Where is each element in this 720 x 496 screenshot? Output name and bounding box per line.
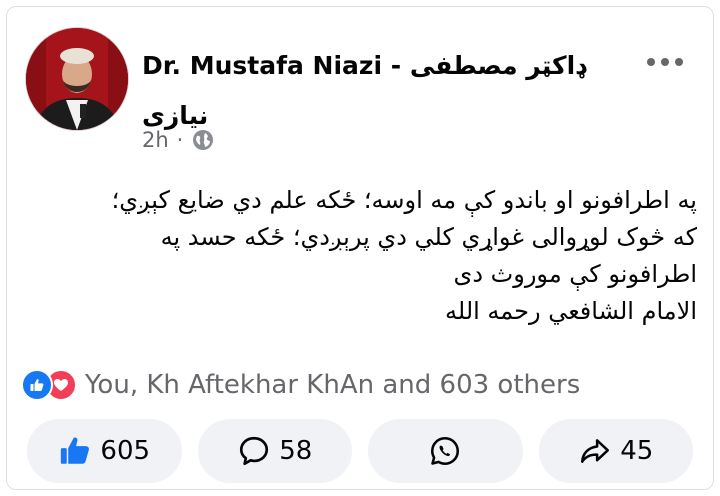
- post-line-2: که څوک لوړوالی غواړي کلي دي پرېږدي؛ ځکه …: [160, 223, 697, 251]
- post-time[interactable]: 2h: [142, 128, 169, 152]
- post-meta: 2h ·: [142, 128, 215, 152]
- author-name-urdu-part2: نیازی: [142, 101, 209, 130]
- reactions-summary[interactable]: You, Kh Aftekhar KhAn and 603 others: [21, 367, 580, 403]
- like-count: 605: [100, 436, 151, 466]
- more-options-button[interactable]: [639, 45, 691, 79]
- author-name-urdu-part1: ډاکټر مصطفی: [409, 51, 587, 80]
- share-icon: [581, 439, 610, 463]
- comment-icon: [240, 436, 269, 466]
- action-bar: 605 58 45: [27, 419, 693, 483]
- post-card: Dr. Mustafa Niazi - ډاکټر مصطفی نیازی 2h…: [6, 6, 714, 490]
- globe-icon: [191, 128, 215, 152]
- author-name-separator: -: [382, 51, 410, 80]
- author-name[interactable]: Dr. Mustafa Niazi - ډاکټر مصطفی نیازی: [142, 41, 662, 141]
- like-icon: [21, 369, 53, 401]
- share-button[interactable]: 45: [538, 419, 693, 483]
- like-button[interactable]: 605: [27, 419, 182, 483]
- post-line-3: اطرافونو کې موروث دی: [453, 260, 697, 288]
- meta-separator: ·: [176, 128, 184, 152]
- more-icon: [647, 58, 683, 66]
- whatsapp-icon: [431, 436, 460, 466]
- comment-button[interactable]: 58: [197, 419, 352, 483]
- share-count: 45: [620, 436, 654, 466]
- post-text: په اطرافونو او باندو کې مه اوسه؛ ځکه علم…: [17, 182, 697, 330]
- thumbs-up-icon: [61, 437, 90, 464]
- avatar[interactable]: [25, 27, 129, 131]
- post-line-4: الامام الشافعي رحمه الله: [445, 297, 697, 325]
- author-name-latin: Dr. Mustafa Niazi: [142, 51, 383, 80]
- comment-count: 58: [279, 436, 313, 466]
- profile-photo: [26, 28, 128, 130]
- reactions-text: You, Kh Aftekhar KhAn and 603 others: [85, 370, 581, 400]
- whatsapp-share-button[interactable]: [368, 419, 523, 483]
- post-line-1: په اطرافونو او باندو کې مه اوسه؛ ځکه علم…: [111, 186, 697, 214]
